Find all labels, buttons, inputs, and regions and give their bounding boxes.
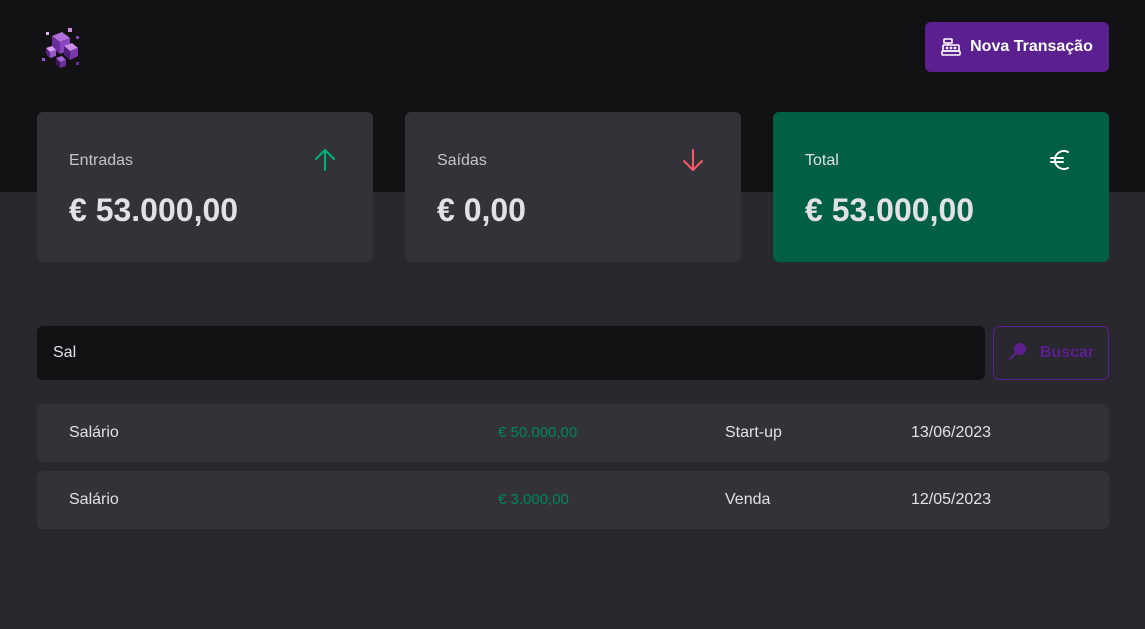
transaction-category: Venda (725, 491, 771, 508)
transaction-description: Salário (69, 424, 119, 441)
new-transaction-label: Nova Transação (970, 38, 1093, 55)
income-summary-card: Entradas € 53.000,00 (37, 112, 373, 262)
magnifier-icon (1008, 341, 1028, 366)
income-label: Entradas (69, 152, 134, 169)
transaction-category: Start-up (725, 424, 782, 441)
transaction-description: Salário (69, 491, 119, 508)
search-button[interactable]: Buscar (993, 326, 1109, 380)
arrow-down-icon (679, 146, 707, 174)
transaction-row[interactable]: Salário € 3.000,00 Venda 12/05/2023 (37, 471, 1109, 529)
transaction-amount: € 50.000,00 (498, 424, 578, 441)
search-input[interactable] (37, 326, 985, 380)
transaction-amount: € 3.000,00 (498, 491, 569, 508)
income-value: € 53.000,00 (69, 192, 239, 228)
transaction-row[interactable]: Salário € 50.000,00 Start-up 13/06/2023 (37, 404, 1109, 462)
transaction-date: 13/06/2023 (911, 424, 992, 441)
total-label: Total (805, 152, 839, 169)
outcome-label: Saídas (437, 152, 487, 169)
total-summary-card: Total € 53.000,00 (773, 112, 1109, 262)
search-button-label: Buscar (1039, 344, 1095, 361)
euro-icon (1047, 146, 1075, 174)
outcome-value: € 0,00 (437, 192, 526, 228)
new-transaction-button[interactable]: Nova Transação (925, 22, 1109, 72)
cube-cluster-logo-icon (40, 22, 84, 72)
outcome-summary-card: Saídas € 0,00 (405, 112, 741, 262)
total-value: € 53.000,00 (805, 192, 975, 228)
transaction-date: 12/05/2023 (911, 491, 992, 508)
cash-register-icon (941, 37, 961, 57)
arrow-up-icon (311, 146, 339, 174)
